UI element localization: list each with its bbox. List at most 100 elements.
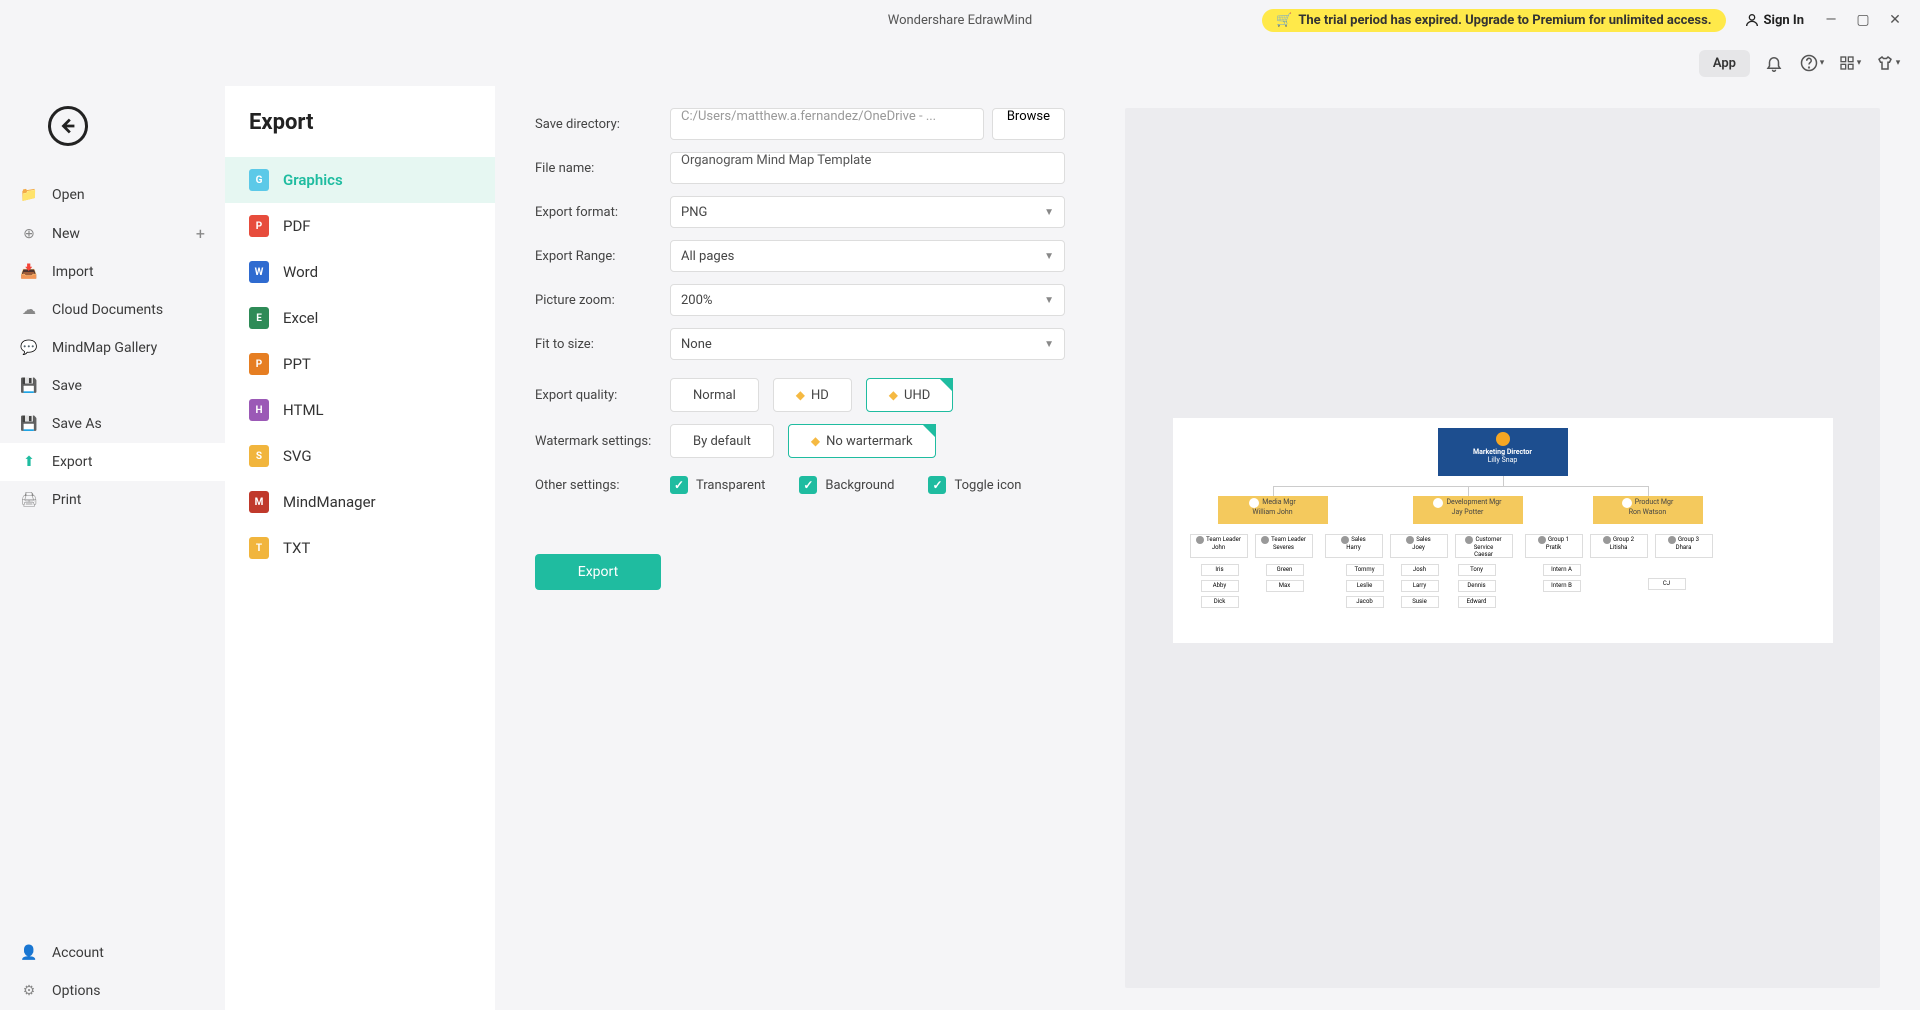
signin-button[interactable]: Sign In (1744, 12, 1804, 28)
preview-card: Marketing Director Lilly Snap Media MgrW… (1173, 418, 1833, 643)
app-button[interactable]: App (1699, 50, 1750, 77)
quality-option-uhd[interactable]: ◆UHD (866, 378, 953, 412)
org-node: Customer ServiceCaesar (1455, 534, 1513, 558)
picture-zoom-select[interactable]: 200%▼ (670, 284, 1065, 316)
watermark-label: Watermark settings: (535, 434, 670, 449)
org-leaf: Tony (1458, 564, 1496, 576)
preview-pane: Marketing Director Lilly Snap Media MgrW… (1125, 108, 1880, 988)
watermark-option-1[interactable]: ◆No wartermark (788, 424, 936, 458)
avatar-icon (1496, 432, 1510, 446)
file-name-input[interactable]: Organogram Mind Map Template (670, 152, 1065, 184)
sidebar-item-open[interactable]: 📁Open (0, 176, 225, 214)
checkbox-icon: ✓ (799, 476, 817, 494)
sidebar-item-cloud-documents[interactable]: ☁Cloud Documents (0, 291, 225, 329)
gear-icon: ⚙ (20, 982, 38, 1000)
org-leaf: Jacob (1346, 596, 1384, 608)
org-node: Team LeaderSeveres (1255, 534, 1313, 558)
sidebar-item-import[interactable]: 📥Import (0, 253, 225, 291)
file-icon: W (249, 261, 269, 283)
file-name-label: File name: (535, 161, 670, 176)
file-icon: E (249, 307, 269, 329)
export-format-excel[interactable]: EExcel (225, 295, 495, 341)
plus-icon[interactable]: + (196, 224, 205, 243)
trial-banner[interactable]: 🛒 The trial period has expired. Upgrade … (1262, 9, 1725, 32)
chevron-down-icon: ▼ (1044, 207, 1054, 218)
checkbox-background[interactable]: ✓Background (799, 476, 894, 494)
quality-option-normal[interactable]: Normal (670, 378, 759, 412)
sidebar-item-mindmap-gallery[interactable]: 💬MindMap Gallery (0, 329, 225, 367)
import-icon: 📥 (20, 263, 38, 281)
export-format-word[interactable]: WWord (225, 249, 495, 295)
checkbox-transparent[interactable]: ✓Transparent (670, 476, 765, 494)
org-leaf: Tommy (1346, 564, 1384, 576)
sidebar-item-account[interactable]: 👤Account (0, 934, 225, 972)
cloud-icon: ☁ (20, 301, 38, 319)
org-leaf: Intern A (1543, 564, 1581, 576)
org-leaf: Abby (1201, 580, 1239, 592)
org-node: Team LeaderJohn (1190, 534, 1248, 558)
export-format-mindmanager[interactable]: MMindManager (225, 479, 495, 525)
minimize-icon[interactable]: — (1824, 13, 1838, 27)
print-icon: 🖨 (20, 491, 38, 509)
org-node: Development MgrJay Potter (1413, 496, 1523, 524)
other-settings-label: Other settings: (535, 478, 670, 493)
check-corner-icon (939, 378, 953, 392)
save-directory-input[interactable]: C:/Users/matthew.a.fernandez/OneDrive - … (670, 108, 984, 140)
org-leaf: Dennis (1458, 580, 1496, 592)
close-icon[interactable]: ✕ (1888, 13, 1902, 27)
sidebar-item-save[interactable]: 💾Save (0, 367, 225, 405)
sidebar-item-new[interactable]: ⊕New+ (0, 214, 225, 253)
org-leaf: Green (1266, 564, 1304, 576)
file-icon: P (249, 353, 269, 375)
export-quality-label: Export quality: (535, 388, 670, 403)
chevron-down-icon: ▼ (1044, 339, 1054, 350)
org-leaf: Max (1266, 580, 1304, 592)
sidebar-item-print[interactable]: 🖨Print (0, 481, 225, 519)
org-node: Group 2Litisha (1590, 534, 1648, 558)
org-leaf: Edward (1458, 596, 1496, 608)
export-format-select[interactable]: PNG▼ (670, 196, 1065, 228)
help-icon[interactable]: ▾ (1798, 49, 1826, 77)
tshirt-icon[interactable]: ▾ (1874, 49, 1902, 77)
bell-icon[interactable] (1760, 49, 1788, 77)
checkbox-toggle-icon[interactable]: ✓Toggle icon (928, 476, 1021, 494)
org-root: Marketing Director Lilly Snap (1438, 428, 1568, 476)
watermark-option-0[interactable]: By default (670, 424, 774, 458)
org-leaf: Leslie (1346, 580, 1384, 592)
maximize-icon[interactable]: ▢ (1856, 13, 1870, 27)
gallery-icon: 💬 (20, 339, 38, 357)
export-button[interactable]: Export (535, 554, 661, 590)
app-title: Wondershare EdrawMind (888, 13, 1033, 28)
export-format-graphics[interactable]: GGraphics (225, 157, 495, 203)
export-heading: Export (225, 110, 495, 157)
file-icon: G (249, 169, 269, 191)
watermark-options: By default ◆No wartermark (670, 424, 936, 458)
export-format-txt[interactable]: TTXT (225, 525, 495, 571)
file-icon: M (249, 491, 269, 513)
sidebar-item-options[interactable]: ⚙Options (0, 972, 225, 1010)
browse-button[interactable]: Browse (992, 108, 1065, 140)
cart-icon: 🛒 (1276, 13, 1292, 28)
file-icon: T (249, 537, 269, 559)
back-button[interactable] (48, 106, 88, 146)
checkbox-icon: ✓ (670, 476, 688, 494)
other-settings: ✓Transparent ✓Background ✓Toggle icon (670, 476, 1021, 494)
org-leaf: Dick (1201, 596, 1239, 608)
grid-icon[interactable]: ▾ (1836, 49, 1864, 77)
org-node: Group 3Dhara (1655, 534, 1713, 558)
export-icon: ⬆ (20, 453, 38, 471)
trial-text: The trial period has expired. Upgrade to… (1298, 13, 1711, 28)
export-format-ppt[interactable]: PPPT (225, 341, 495, 387)
sidebar-item-export[interactable]: ⬆Export (0, 443, 225, 481)
export-format-svg[interactable]: SSVG (225, 433, 495, 479)
fit-to-size-select[interactable]: None▼ (670, 328, 1065, 360)
checkbox-icon: ✓ (928, 476, 946, 494)
org-leaf: Larry (1401, 580, 1439, 592)
sidebar-item-save-as[interactable]: 💾Save As (0, 405, 225, 443)
quality-options: Normal ◆HD ◆UHD (670, 378, 953, 412)
export-format-pdf[interactable]: PPDF (225, 203, 495, 249)
export-range-select[interactable]: All pages▼ (670, 240, 1065, 272)
plus-circle-icon: ⊕ (20, 225, 38, 243)
quality-option-hd[interactable]: ◆HD (773, 378, 852, 412)
export-format-html[interactable]: HHTML (225, 387, 495, 433)
